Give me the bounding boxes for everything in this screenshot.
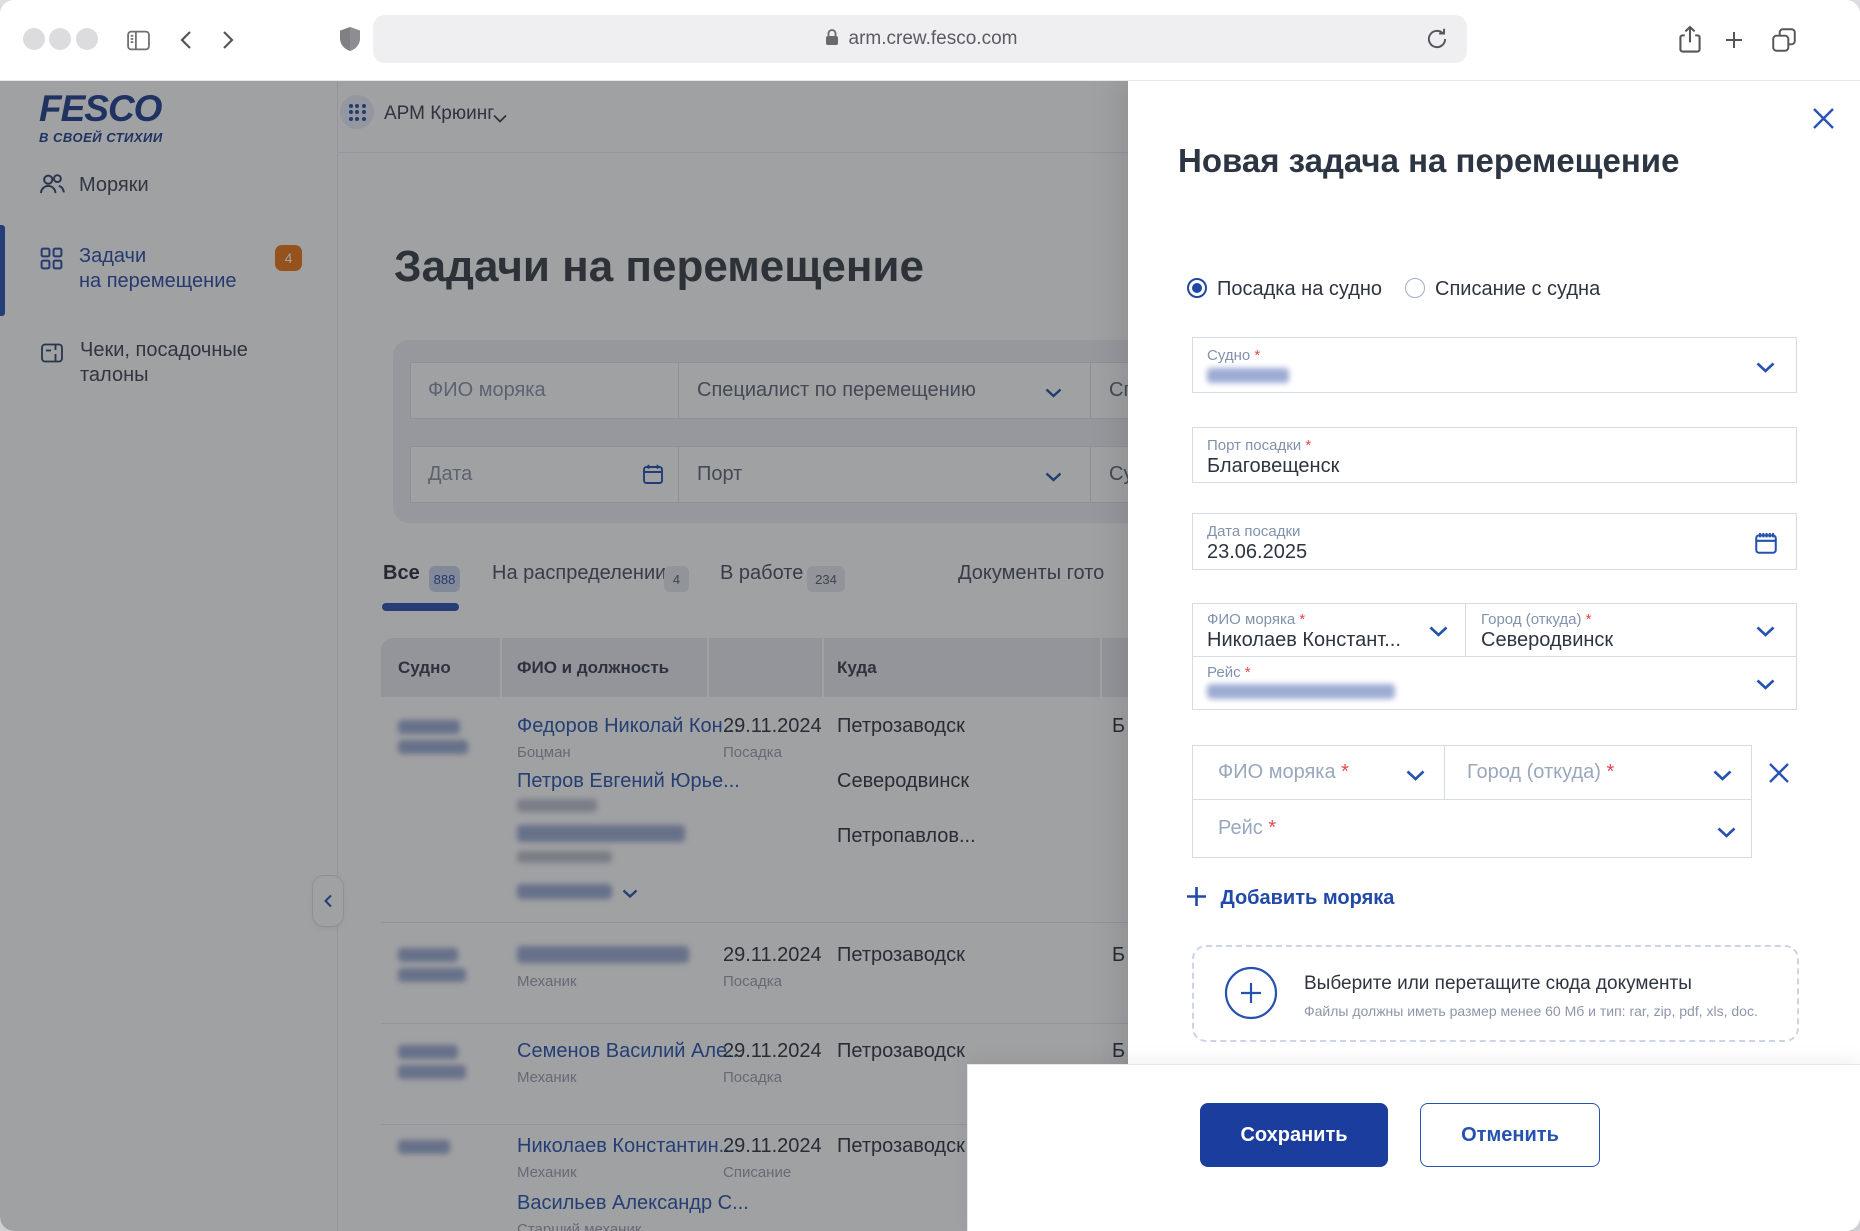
calendar-icon[interactable] (1753, 530, 1779, 561)
radio-writeoff[interactable] (1405, 278, 1425, 298)
traffic-light-zoom[interactable] (76, 28, 98, 50)
boarding-port-value: Благовещенск (1207, 455, 1339, 478)
ship-select[interactable]: Судно * (1192, 337, 1797, 393)
seafarer-fio-value: Николаев Констант... (1207, 629, 1401, 652)
upload-plus-icon (1224, 966, 1278, 1025)
chevron-down-icon (1756, 624, 1775, 642)
url-bar[interactable]: arm.crew.fesco.com (373, 15, 1467, 63)
back-icon[interactable] (176, 29, 198, 56)
sidebar-toggle-icon[interactable] (126, 28, 151, 58)
chevron-down-icon (1717, 825, 1736, 843)
url-text: arm.crew.fesco.com (849, 28, 1018, 50)
share-icon[interactable] (1676, 25, 1704, 60)
drawer-title: Новая задача на перемещение (1178, 142, 1679, 180)
chevron-down-icon (1406, 768, 1425, 786)
seafarer2-fio-select[interactable]: ФИО моряка * (1192, 745, 1445, 800)
forward-icon[interactable] (216, 29, 238, 56)
browser-chrome: arm.crew.fesco.com (0, 0, 1860, 81)
seafarer2-city-select[interactable]: Город (откуда) * (1444, 745, 1752, 800)
boarding-port-input[interactable]: Порт посадки * Благовещенск (1192, 427, 1797, 483)
seafarer2-voyage-select[interactable]: Рейс * (1192, 799, 1752, 858)
add-seafarer-button[interactable]: Добавить моряка (1185, 885, 1394, 913)
browser-window: arm.crew.fesco.com FESCO В СВОЕЙ СТИХИИ … (0, 0, 1860, 1231)
reload-icon[interactable] (1424, 26, 1450, 57)
radio-onboard-label[interactable]: Посадка на судно (1217, 278, 1382, 301)
tabs-overview-icon[interactable] (1770, 26, 1798, 59)
chevron-down-icon (1713, 768, 1732, 786)
lock-icon (823, 27, 841, 52)
save-button[interactable]: Сохранить (1200, 1103, 1388, 1167)
dropzone-title: Выберите или перетащите сюда документы (1304, 973, 1692, 995)
radio-writeoff-label[interactable]: Списание с судна (1435, 278, 1600, 301)
dropzone-hint: Файлы должны иметь размер менее 60 Мб и … (1304, 1003, 1758, 1019)
traffic-light-close[interactable] (23, 28, 45, 50)
app-content: FESCO В СВОЕЙ СТИХИИ Моряки Задачи на пе… (0, 80, 1860, 1231)
remove-seafarer-icon[interactable] (1768, 762, 1790, 789)
traffic-light-minimize[interactable] (49, 28, 71, 50)
chevron-down-icon (1756, 677, 1775, 695)
seafarer-city-select[interactable]: Город (откуда) * Северодвинск (1465, 603, 1797, 657)
cancel-button[interactable]: Отменить (1420, 1103, 1600, 1167)
seafarer-city-value: Северодвинск (1481, 629, 1613, 652)
new-tab-icon[interactable] (1722, 28, 1746, 57)
chevron-down-icon (1756, 360, 1775, 378)
new-task-drawer: Новая задача на перемещение Посадка на с… (1128, 80, 1860, 1231)
voyage-value-blurred (1207, 684, 1395, 699)
plus-icon (1185, 885, 1208, 913)
radio-onboard[interactable] (1187, 278, 1207, 298)
document-dropzone[interactable]: Выберите или перетащите сюда документы Ф… (1192, 945, 1799, 1042)
chevron-down-icon (1429, 624, 1448, 642)
boarding-date-input[interactable]: Дата посадки 23.06.2025 (1192, 513, 1797, 570)
modal-overlay[interactable] (0, 80, 1129, 1231)
close-icon[interactable] (1812, 107, 1835, 135)
add-seafarer-label: Добавить моряка (1220, 887, 1394, 909)
privacy-shield-icon[interactable] (338, 26, 362, 59)
boarding-date-label: Дата посадки (1207, 523, 1300, 540)
seafarer-fio-select[interactable]: ФИО моряка * Николаев Констант... (1192, 603, 1466, 657)
seafarer-voyage-select[interactable]: Рейс * (1192, 656, 1797, 710)
ship-value-blurred (1207, 368, 1289, 383)
boarding-date-value: 23.06.2025 (1207, 541, 1307, 564)
drawer-footer: Сохранить Отменить (967, 1064, 1860, 1231)
